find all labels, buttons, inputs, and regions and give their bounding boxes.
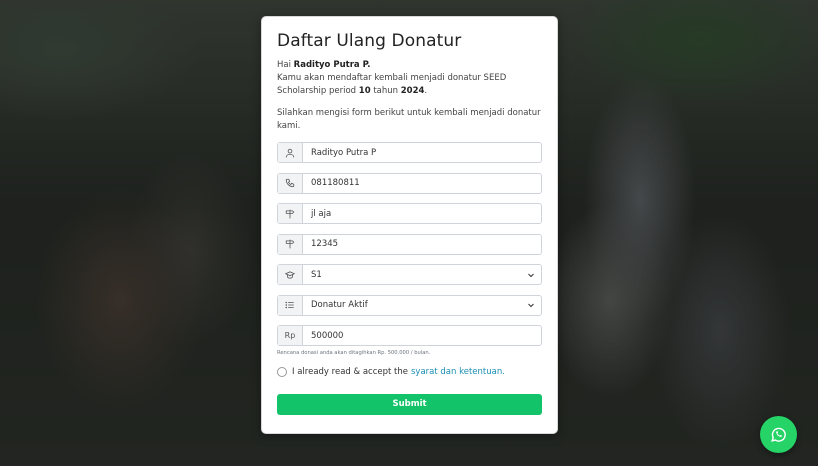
submit-button[interactable]: Submit [277,393,542,415]
education-select-field[interactable]: S1 [277,264,542,285]
education-selected-value: S1 [311,269,322,280]
greeting-prefix: Hai [277,60,294,70]
graduation-cap-icon [278,265,303,284]
phone-input[interactable] [303,173,541,193]
name-input[interactable] [303,143,541,162]
reregistration-form-card: Daftar Ulang Donatur Hai Radityo Putra P… [261,16,558,434]
list-icon [278,295,303,315]
terms-label: I already read & accept the [292,366,408,377]
whatsapp-button[interactable] [760,416,797,453]
donor-name: Radityo Putra P. [293,60,371,70]
currency-prefix: Rp [278,326,303,345]
terms-checkbox[interactable] [277,366,287,377]
year-value: 2024 [400,86,425,96]
donation-amount-input[interactable] [303,326,541,345]
terms-link[interactable]: syarat dan ketentuan. [411,367,505,377]
form-title: Daftar Ulang Donatur [277,31,462,51]
whatsapp-icon [771,427,786,442]
address-field [277,203,542,224]
signpost-icon [278,234,303,254]
name-field [277,142,542,163]
status-select[interactable]: Donatur Aktif [303,296,541,315]
status-select-field[interactable]: Donatur Aktif [277,294,542,316]
status-selected-value: Donatur Aktif [311,300,368,310]
postal-code-field [277,233,542,255]
chevron-down-icon [528,303,534,308]
chevron-down-icon [528,273,534,277]
education-select[interactable]: S1 [303,265,541,284]
donation-field: Rp [277,325,542,346]
year-suffix: . [424,86,428,96]
intro-text: Hai Radityo Putra P. Kamu akan mendaftar… [277,59,542,98]
phone-icon [278,173,303,193]
phone-field [277,172,542,194]
signpost-icon [278,204,303,223]
period-number: 10 [358,86,371,96]
instruction-text: Silahkan mengisi form berikut untuk kemb… [277,108,541,131]
user-icon [278,143,303,162]
postal-code-input[interactable] [303,234,541,254]
terms-agreement: I already read & accept the syarat dan k… [277,366,542,377]
address-input[interactable] [303,204,541,223]
year-prefix: tahun [370,86,401,96]
donation-help-text: Rencana donasi anda akan ditagihkan Rp. … [277,349,431,356]
